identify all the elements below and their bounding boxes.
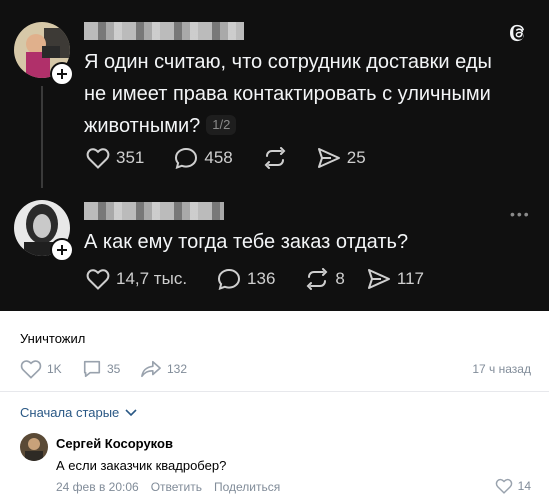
share-button[interactable]: 117 (367, 268, 424, 290)
blurred-username (84, 202, 224, 220)
share-count: 132 (167, 362, 188, 376)
share-count: 117 (396, 269, 424, 288)
comment-icon (218, 268, 241, 290)
comment-like-button[interactable]: 14 (495, 478, 531, 494)
share-count: 25 (346, 148, 366, 167)
repost-icon (264, 147, 286, 169)
comment-like-count: 14 (517, 479, 531, 493)
threads-screenshot: Я один считаю, что сотрудник доставки ед… (0, 0, 549, 311)
more-options-icon[interactable]: ••• (510, 206, 531, 222)
post-text-line: не имеет права контактировать с уличными (84, 83, 491, 105)
chevron-down-icon (125, 408, 137, 416)
repost-icon (307, 268, 328, 290)
comment-icon (175, 147, 198, 169)
reply-link[interactable]: Ответить (151, 480, 202, 494)
like-count: 1K (47, 362, 62, 376)
comment-count: 136 (247, 269, 276, 288)
post-text-line: животными? 1/2 (84, 110, 534, 142)
follow-plus-icon[interactable] (50, 62, 74, 86)
post-text: А как ему тогда тебе заказ отдать? (84, 226, 534, 258)
heart-icon (495, 478, 512, 494)
threads-logo-icon (508, 22, 530, 44)
post-text-line: А как ему тогда тебе заказ отдать? (84, 231, 409, 253)
like-count: 14,7 тыс. (116, 269, 188, 288)
post-actions: 351 458 25 (86, 147, 396, 169)
post-actions: 14,7 тыс. 136 8 117 (86, 268, 454, 290)
repost-count: 8 (335, 269, 345, 288)
comment-meta: 24 фев в 20:06 Ответить Поделиться (56, 480, 280, 494)
commenter-avatar[interactable] (20, 433, 48, 461)
post-text: Я один считаю, что сотрудник доставки ед… (84, 46, 534, 142)
comment-count: 35 (107, 362, 121, 376)
send-icon (317, 148, 340, 168)
thread-connector-line (41, 86, 43, 188)
comment-date[interactable]: 24 фев в 20:06 (56, 480, 139, 494)
comment-count: 458 (204, 148, 233, 167)
like-count: 351 (116, 148, 145, 167)
share-button[interactable]: 25 (317, 147, 366, 169)
heart-icon (86, 269, 110, 290)
comment-button[interactable]: 458 (174, 147, 233, 169)
share-button[interactable]: 132 (140, 359, 187, 379)
vk-post-section: Уничтожил 1K 35 132 17 ч назад Сначала с… (0, 311, 549, 504)
repost-button[interactable] (263, 147, 287, 169)
page-indicator: 1/2 (206, 115, 237, 135)
share-arrow-icon (141, 360, 161, 378)
share-link[interactable]: Поделиться (214, 480, 280, 494)
post-text-line: Я один считаю, что сотрудник доставки ед… (84, 51, 492, 73)
like-button[interactable]: 351 (86, 147, 144, 169)
repost-button[interactable]: 8 (305, 268, 345, 290)
post-timestamp[interactable]: 17 ч назад (472, 362, 531, 376)
comment-button[interactable]: 35 (82, 359, 120, 379)
like-button[interactable]: 1K (20, 359, 62, 379)
sort-dropdown[interactable]: Сначала старые (20, 405, 137, 420)
post-caption: Уничтожил (20, 331, 86, 346)
comment-icon (83, 360, 101, 378)
heart-icon (86, 148, 110, 169)
send-icon (367, 269, 390, 289)
heart-icon (20, 360, 42, 379)
comment-author[interactable]: Сергей Косоруков (56, 436, 173, 451)
like-button[interactable]: 14,7 тыс. (86, 268, 187, 290)
divider (0, 391, 549, 392)
follow-plus-icon[interactable] (50, 238, 74, 262)
blurred-username (84, 22, 244, 40)
sort-label: Сначала старые (20, 405, 120, 420)
comment-button[interactable]: 136 (217, 268, 275, 290)
comment-text: А если заказчик квадробер? (56, 458, 227, 473)
